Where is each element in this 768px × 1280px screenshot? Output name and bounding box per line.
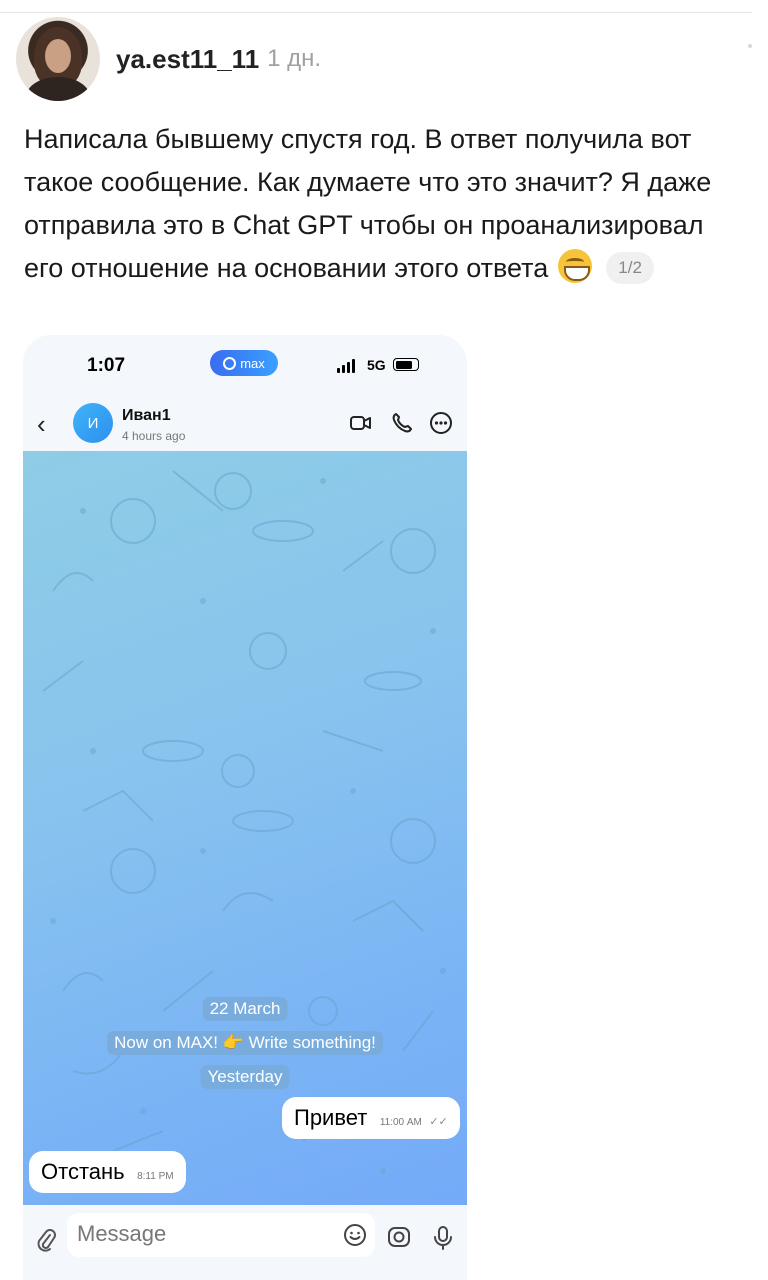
message-text: Отстань <box>41 1159 125 1184</box>
read-checkmarks-icon: ✓✓ <box>429 1116 448 1128</box>
image-pager: 1/2 <box>606 252 654 284</box>
message-composer <box>23 1205 467 1280</box>
microphone-icon[interactable] <box>431 1225 455 1251</box>
post-body: Написала бывшему спустя год. В ответ пол… <box>24 118 736 290</box>
top-divider <box>0 12 752 13</box>
author-avatar[interactable] <box>16 17 100 101</box>
grinning-face-emoji-icon <box>558 249 593 283</box>
message-input-field[interactable] <box>67 1213 375 1257</box>
message-time: 11:00 AM <box>379 1117 422 1128</box>
outgoing-message[interactable]: Привет 11:00 AM ✓✓ <box>282 1097 460 1139</box>
attach-icon[interactable] <box>35 1227 57 1255</box>
network-type: 5G <box>367 357 386 373</box>
date-separator: Yesterday <box>200 1065 290 1089</box>
contact-name[interactable]: Иван1 <box>122 407 171 425</box>
message-text: Привет <box>294 1105 368 1130</box>
more-icon[interactable] <box>429 411 453 435</box>
contact-last-seen: 4 hours ago <box>122 429 186 443</box>
max-logo-icon <box>223 356 237 370</box>
incoming-message[interactable]: Отстань 8:11 PM <box>29 1151 186 1193</box>
chat-background: 22 March Now on MAX! 👉 Write something! … <box>23 451 467 1205</box>
status-time: 1:07 <box>87 355 126 376</box>
message-time: 8:11 PM <box>137 1171 174 1182</box>
video-call-icon[interactable] <box>349 411 373 435</box>
phone-call-icon[interactable] <box>390 411 414 435</box>
attached-screenshot[interactable]: 1:07 max 5G ‹ И Иван1 4 hours ago 22 Mar… <box>23 335 467 1280</box>
max-app-badge: max <box>210 350 278 376</box>
camera-icon[interactable] <box>387 1225 411 1249</box>
system-notice: Now on MAX! 👉 Write something! <box>107 1031 383 1055</box>
message-input[interactable] <box>77 1221 327 1247</box>
post-time: 1 дн. <box>267 45 322 72</box>
author-username[interactable]: ya.est11_11 <box>116 44 259 75</box>
max-app-label: max <box>240 355 265 371</box>
emoji-icon[interactable] <box>343 1223 367 1247</box>
contact-avatar[interactable]: И <box>73 403 113 443</box>
phone-status-bar: 1:07 max 5G <box>23 335 467 395</box>
chat-header: ‹ И Иван1 4 hours ago <box>23 395 467 451</box>
signal-icon <box>337 359 355 373</box>
battery-icon <box>393 358 419 371</box>
more-dot-icon[interactable] <box>748 44 752 48</box>
space-doodle-pattern <box>42 470 446 1174</box>
post-header: ya.est11_11 1 дн. <box>16 17 322 101</box>
date-separator: 22 March <box>202 997 288 1021</box>
back-icon[interactable]: ‹ <box>37 409 46 440</box>
